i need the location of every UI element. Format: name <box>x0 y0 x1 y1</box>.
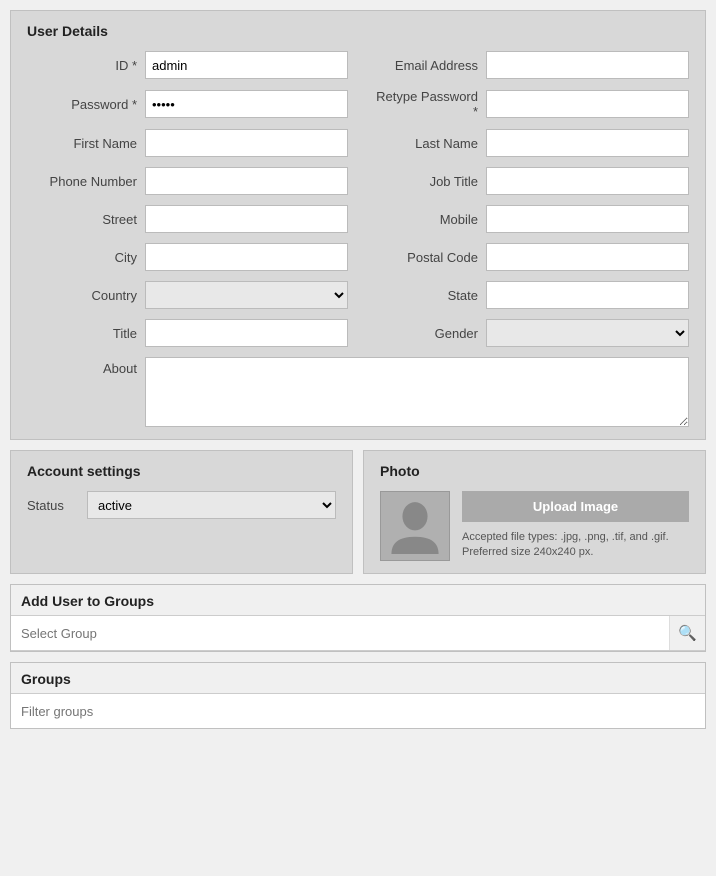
title-row: Title <box>27 319 348 347</box>
status-row: Status active inactive pending <box>27 491 336 519</box>
title-input[interactable] <box>145 319 348 347</box>
password-label: Password * <box>27 97 137 112</box>
retype-password-label: Retype Password * <box>368 89 478 119</box>
street-input[interactable] <box>145 205 348 233</box>
photo-title: Photo <box>380 463 689 479</box>
gender-label: Gender <box>368 326 478 341</box>
postal-code-input[interactable] <box>486 243 689 271</box>
select-group-input[interactable] <box>11 616 669 650</box>
about-row: About <box>27 357 689 427</box>
user-avatar-icon <box>390 499 440 554</box>
mobile-input[interactable] <box>486 205 689 233</box>
bottom-sections: Account settings Status active inactive … <box>10 450 706 574</box>
job-title-row: Job Title <box>368 167 689 195</box>
email-label: Email Address <box>368 58 478 73</box>
state-input[interactable] <box>486 281 689 309</box>
password-row: Password * <box>27 89 348 119</box>
id-row: ID * <box>27 51 348 79</box>
city-label: City <box>27 250 137 265</box>
user-details-section: User Details ID * Email Address Password… <box>10 10 706 440</box>
phone-input[interactable] <box>145 167 348 195</box>
photo-content: Upload Image Accepted file types: .jpg, … <box>380 491 689 561</box>
id-label: ID * <box>27 58 137 73</box>
street-row: Street <box>27 205 348 233</box>
password-input[interactable] <box>145 90 348 118</box>
photo-placeholder <box>380 491 450 561</box>
search-group-button[interactable]: 🔍 <box>669 616 705 650</box>
state-row: State <box>368 281 689 309</box>
about-label: About <box>27 357 137 376</box>
account-settings-section: Account settings Status active inactive … <box>10 450 353 574</box>
groups-list-section: Groups <box>10 662 706 729</box>
postal-code-label: Postal Code <box>368 250 478 265</box>
state-label: State <box>368 288 478 303</box>
job-title-label: Job Title <box>368 174 478 189</box>
phone-row: Phone Number <box>27 167 348 195</box>
country-row: Country <box>27 281 348 309</box>
mobile-row: Mobile <box>368 205 689 233</box>
country-label: Country <box>27 288 137 303</box>
retype-password-input[interactable] <box>486 90 689 118</box>
status-label: Status <box>27 498 77 513</box>
user-details-title: User Details <box>27 23 689 39</box>
search-icon: 🔍 <box>678 624 697 642</box>
mobile-label: Mobile <box>368 212 478 227</box>
upload-hint: Accepted file types: .jpg, .png, .tif, a… <box>462 530 689 561</box>
postal-code-row: Postal Code <box>368 243 689 271</box>
last-name-input[interactable] <box>486 129 689 157</box>
add-user-input-row: 🔍 <box>11 615 705 651</box>
last-name-row: Last Name <box>368 129 689 157</box>
job-title-input[interactable] <box>486 167 689 195</box>
id-input[interactable] <box>145 51 348 79</box>
country-select[interactable] <box>145 281 348 309</box>
last-name-label: Last Name <box>368 136 478 151</box>
first-name-input[interactable] <box>145 129 348 157</box>
gender-row: Gender Male Female <box>368 319 689 347</box>
status-select[interactable]: active inactive pending <box>87 491 336 519</box>
retype-password-row: Retype Password * <box>368 89 689 119</box>
title-label: Title <box>27 326 137 341</box>
user-details-form: ID * Email Address Password * Retype Pas… <box>27 51 689 427</box>
email-row: Email Address <box>368 51 689 79</box>
first-name-label: First Name <box>27 136 137 151</box>
email-input[interactable] <box>486 51 689 79</box>
phone-label: Phone Number <box>27 174 137 189</box>
photo-upload-area: Upload Image Accepted file types: .jpg, … <box>462 491 689 561</box>
add-user-title: Add User to Groups <box>11 585 705 615</box>
about-textarea[interactable] <box>145 357 689 427</box>
first-name-row: First Name <box>27 129 348 157</box>
city-row: City <box>27 243 348 271</box>
account-settings-title: Account settings <box>27 463 336 479</box>
add-user-section: Add User to Groups 🔍 <box>10 584 706 652</box>
photo-section: Photo Upload Image Accepted file types: … <box>363 450 706 574</box>
city-input[interactable] <box>145 243 348 271</box>
groups-filter-wrapper <box>11 693 705 728</box>
gender-select[interactable]: Male Female <box>486 319 689 347</box>
groups-title: Groups <box>11 663 705 693</box>
street-label: Street <box>27 212 137 227</box>
filter-groups-input[interactable] <box>11 694 705 728</box>
upload-image-button[interactable]: Upload Image <box>462 491 689 522</box>
